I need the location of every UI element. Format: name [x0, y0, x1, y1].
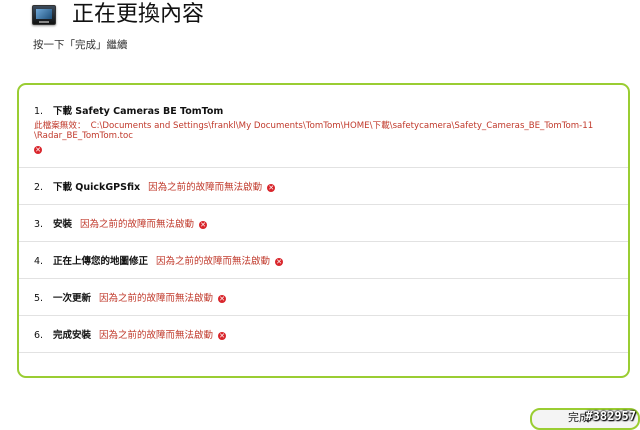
watermark: #382957 — [585, 409, 636, 423]
page-subtitle: 按一下「完成」繼續 — [33, 39, 128, 51]
step-5: 5. 一次更新 因為之前的故障而無法啟動 ✕ — [19, 278, 628, 316]
step-2: 2. 下載 QuickGPSfix 因為之前的故障而無法啟動 ✕ — [19, 167, 628, 205]
error-x-icon: ✕ — [218, 294, 227, 303]
step-label: 正在上傳您的地圖修正 — [53, 256, 149, 267]
error-path: C:\Documents and Settings\frankl\My Docu… — [90, 121, 594, 131]
step-error: 因為之前的故障而無法啟動 — [156, 256, 271, 267]
step-error: 因為之前的故障而無法啟動 — [80, 219, 195, 230]
error-x-icon: ✕ — [199, 220, 208, 229]
step-3: 3. 安裝 因為之前的故障而無法啟動 ✕ — [19, 204, 628, 242]
error-x-icon: ✕ — [275, 257, 284, 266]
step-error: 因為之前的故障而無法啟動 — [99, 293, 214, 304]
step-label: 一次更新 — [53, 293, 92, 304]
step-error: 因為之前的故障而無法啟動 — [99, 330, 214, 341]
app-icon — [32, 5, 56, 25]
error-label: 此檔案無效： — [34, 121, 86, 131]
step-number: 2. — [34, 182, 44, 193]
step-number: 6. — [34, 330, 44, 341]
step-4: 4. 正在上傳您的地圖修正 因為之前的故障而無法啟動 ✕ — [19, 241, 628, 279]
step-number: 3. — [34, 219, 44, 230]
step-label: 下載 Safety Cameras BE TomTom — [53, 106, 224, 117]
error-path-continued: \Radar_BE_TomTom.toc — [34, 131, 134, 141]
step-label: 下載 QuickGPSfix — [53, 182, 141, 193]
step-number: 5. — [34, 293, 44, 304]
step-error: 因為之前的故障而無法啟動 — [148, 182, 263, 193]
error-x-icon: ✕ — [267, 183, 276, 192]
error-x-icon: ✕ — [34, 145, 42, 154]
error-x-icon: ✕ — [218, 331, 227, 340]
step-number: 1. — [34, 106, 44, 117]
step-label: 完成安裝 — [53, 330, 92, 341]
steps-panel: 1. 下載 Safety Cameras BE TomTom 此檔案無效： C:\D… — [17, 83, 630, 378]
step-number: 4. — [34, 256, 44, 267]
step-1: 1. 下載 Safety Cameras BE TomTom 此檔案無效： C:\D… — [19, 85, 628, 168]
step-6: 6. 完成安裝 因為之前的故障而無法啟動 ✕ — [19, 315, 628, 353]
step-label: 安裝 — [53, 219, 73, 230]
page-title: 正在更換內容 — [72, 2, 205, 27]
